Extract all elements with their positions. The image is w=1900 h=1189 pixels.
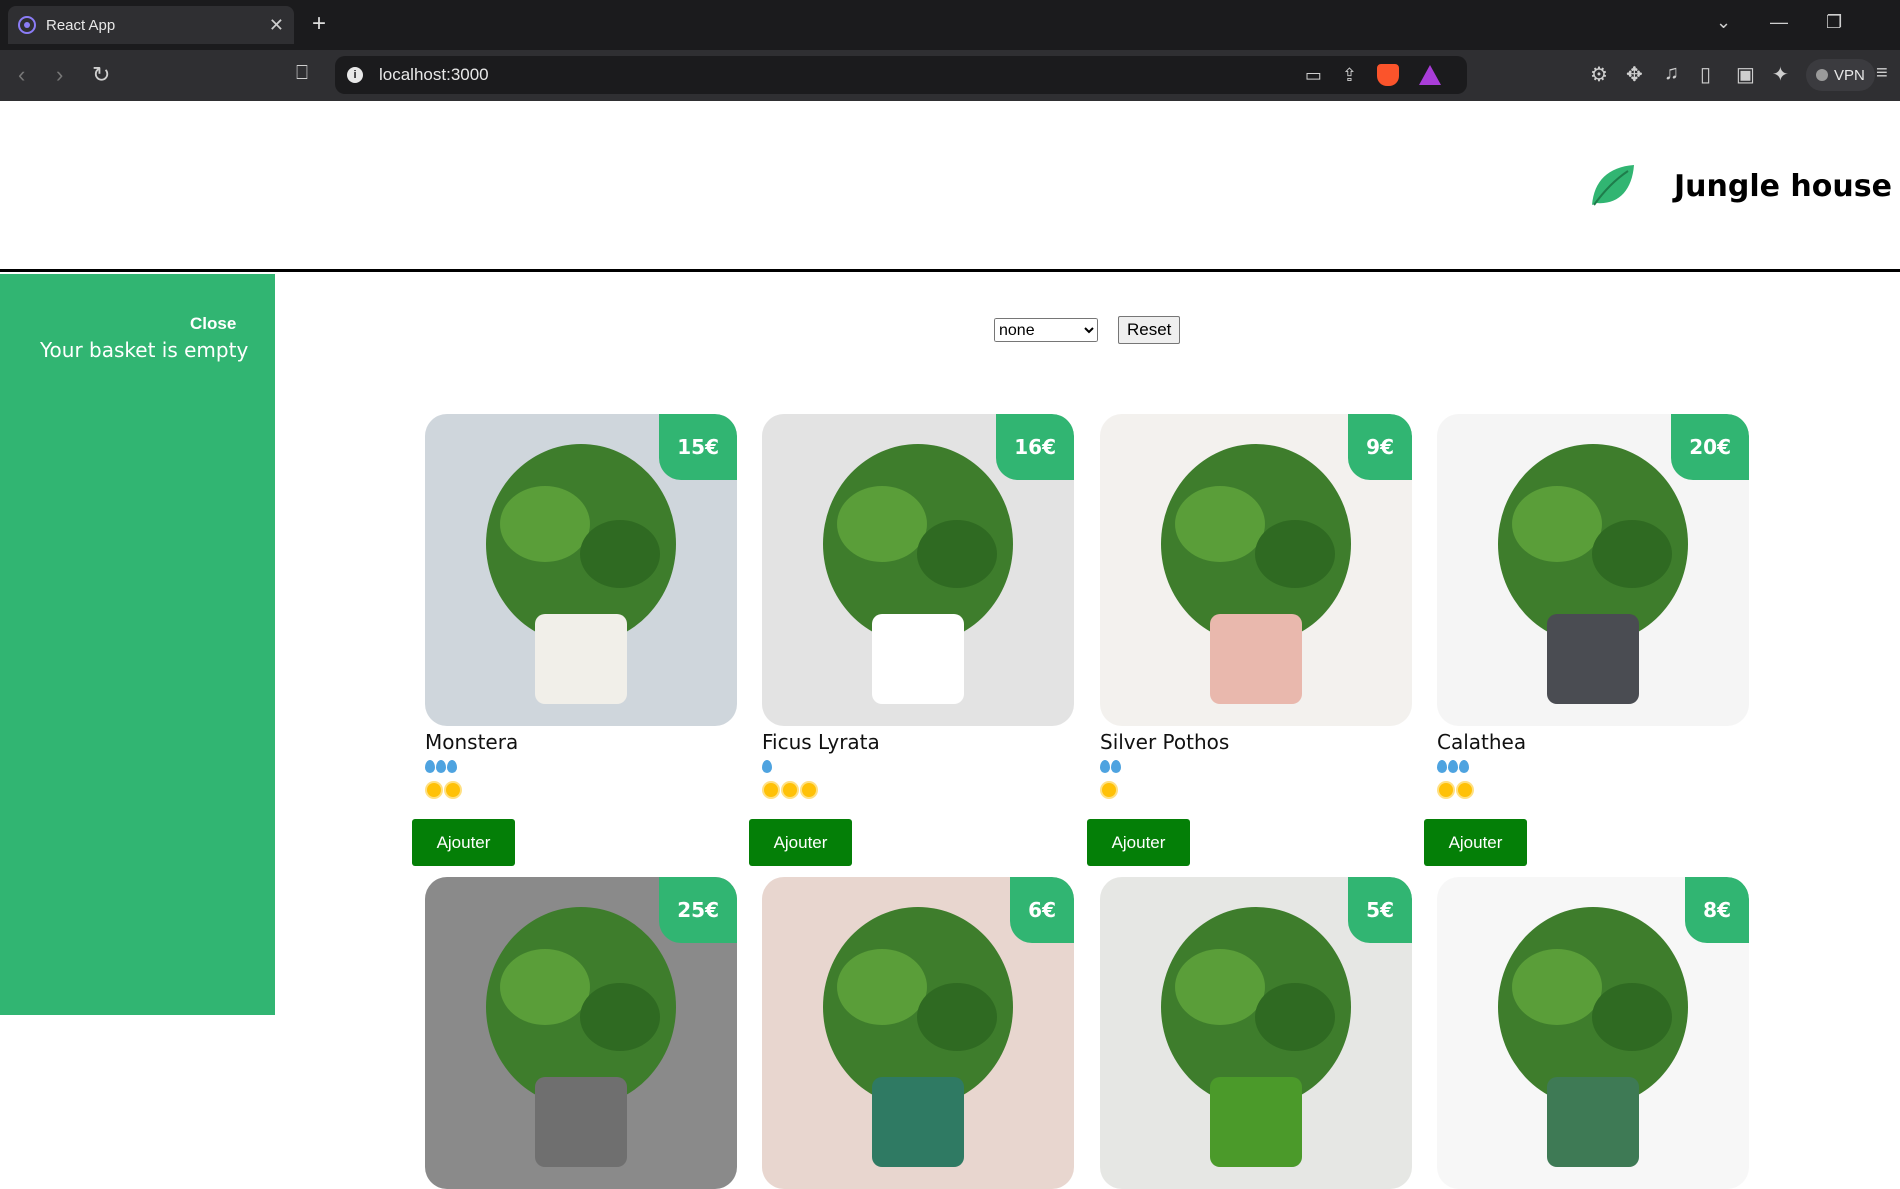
plant-image: 20€ xyxy=(1437,414,1749,726)
water-scale xyxy=(425,754,737,778)
filters: none Reset xyxy=(994,316,1181,344)
water-scale xyxy=(1437,754,1749,778)
address-bar[interactable]: i localhost:3000 ▭ ⇪ xyxy=(335,56,1467,94)
plant-card: 8€ xyxy=(1437,877,1749,1189)
add-to-cart-button[interactable]: Ajouter xyxy=(749,819,852,866)
vpn-label: VPN xyxy=(1834,66,1865,84)
plant-image: 15€ xyxy=(425,414,737,726)
add-to-cart-button[interactable]: Ajouter xyxy=(1424,819,1527,866)
plant-image: 5€ xyxy=(1100,877,1412,1189)
price-badge: 20€ xyxy=(1671,414,1749,480)
water-drop-icon xyxy=(1448,759,1458,773)
price-badge: 6€ xyxy=(1010,877,1074,943)
react-app-favicon-icon xyxy=(18,16,36,34)
plant-card: 5€ xyxy=(1100,877,1412,1189)
water-drop-icon xyxy=(1111,759,1121,773)
share-icon[interactable]: ⇪ xyxy=(1342,65,1357,86)
puzzle-extensions-icon[interactable]: ✥ xyxy=(1626,62,1643,87)
close-tab-icon[interactable]: ✕ xyxy=(269,15,284,36)
browser-toolbar: ‹ › ↻ ⎕ i localhost:3000 ▭ ⇪ ⚙ ✥ ♫ ▯ ▣ ✦… xyxy=(0,50,1900,101)
water-drop-icon xyxy=(1437,759,1447,773)
plant-card: 20€ Calathea Ajouter xyxy=(1424,414,1749,866)
menu-icon[interactable]: ≡ xyxy=(1876,62,1888,85)
back-icon[interactable]: ‹ xyxy=(18,62,25,88)
water-drop-icon xyxy=(1459,759,1469,773)
sun-icon xyxy=(427,783,441,797)
plant-card: 9€ Silver Pothos Ajouter xyxy=(1087,414,1412,866)
reset-button[interactable]: Reset xyxy=(1118,316,1181,344)
add-to-cart-button[interactable]: Ajouter xyxy=(412,819,515,866)
cast-icon[interactable]: ▭ xyxy=(1305,65,1322,86)
site-info-icon[interactable]: i xyxy=(347,67,363,83)
light-scale xyxy=(425,778,737,802)
sun-icon xyxy=(1102,783,1116,797)
bookmark-icon[interactable]: ⎕ xyxy=(296,62,308,85)
water-drop-icon xyxy=(1100,759,1110,773)
site-header: Jungle house xyxy=(0,101,1900,272)
minimize-icon[interactable]: — xyxy=(1770,12,1788,33)
sun-icon xyxy=(764,783,778,797)
tab-title: React App xyxy=(46,16,116,34)
sun-icon xyxy=(1439,783,1453,797)
vpn-button[interactable]: VPN xyxy=(1806,59,1875,91)
light-scale xyxy=(1100,778,1412,802)
plant-image: 25€ xyxy=(425,877,737,1189)
plant-name: Ficus Lyrata xyxy=(762,730,880,754)
leaf-logo-icon xyxy=(1592,165,1634,206)
category-select[interactable]: none xyxy=(994,318,1098,342)
price-badge: 9€ xyxy=(1348,414,1412,480)
close-cart-button[interactable]: Close xyxy=(190,314,236,334)
price-badge: 15€ xyxy=(659,414,737,480)
water-drop-icon xyxy=(762,759,772,773)
light-scale xyxy=(1437,778,1749,802)
extension-nl-icon[interactable]: ⚙ xyxy=(1590,62,1608,87)
sun-icon xyxy=(802,783,816,797)
sidebar-icon[interactable]: ▯ xyxy=(1700,62,1711,87)
page: Jungle house Close Your basket is empty … xyxy=(0,101,1900,1189)
address-bar-icons: ▭ ⇪ xyxy=(1305,56,1467,94)
price-badge: 8€ xyxy=(1685,877,1749,943)
add-to-cart-button[interactable]: Ajouter xyxy=(1087,819,1190,866)
plant-card: 25€ xyxy=(425,877,737,1189)
price-badge: 25€ xyxy=(659,877,737,943)
restore-icon[interactable]: ❐ xyxy=(1826,12,1842,33)
plant-image: 8€ xyxy=(1437,877,1749,1189)
sun-icon xyxy=(446,783,460,797)
brave-shields-icon[interactable] xyxy=(1377,64,1399,86)
reload-icon[interactable]: ↻ xyxy=(92,62,110,88)
water-drop-icon xyxy=(436,759,446,773)
plant-name: Silver Pothos xyxy=(1100,730,1230,754)
price-badge: 5€ xyxy=(1348,877,1412,943)
plant-name: Monstera xyxy=(425,730,519,754)
browser-tab[interactable]: React App ✕ xyxy=(8,6,294,44)
cart-panel: Close Your basket is empty xyxy=(0,274,275,1015)
url-text: localhost:3000 xyxy=(379,65,489,84)
forward-icon[interactable]: › xyxy=(56,62,63,88)
light-scale xyxy=(762,778,1074,802)
water-drop-icon xyxy=(447,759,457,773)
media-icon[interactable]: ♫ xyxy=(1664,62,1679,85)
site-title: Jungle house xyxy=(1674,169,1892,204)
plant-image: 6€ xyxy=(762,877,1074,1189)
water-scale xyxy=(762,754,1074,778)
leo-ai-icon[interactable]: ✦ xyxy=(1772,62,1789,87)
wallet-icon[interactable]: ▣ xyxy=(1736,62,1755,87)
sun-icon xyxy=(783,783,797,797)
cart-empty-message: Your basket is empty xyxy=(40,338,249,362)
price-badge: 16€ xyxy=(996,414,1074,480)
plant-card: 16€ Ficus Lyrata Ajouter xyxy=(749,414,1074,866)
sun-icon xyxy=(1458,783,1472,797)
vpn-status-icon xyxy=(1816,69,1828,81)
water-drop-icon xyxy=(425,759,435,773)
new-tab-icon[interactable]: + xyxy=(312,10,326,38)
plant-card: 6€ xyxy=(762,877,1074,1189)
water-scale xyxy=(1100,754,1412,778)
brave-rewards-icon[interactable] xyxy=(1419,65,1441,85)
plant-name: Calathea xyxy=(1437,730,1527,754)
plant-card: 15€ Monstera Ajouter xyxy=(412,414,737,866)
browser-tab-bar: React App ✕ + ⌄ — ❐ xyxy=(0,0,1900,50)
plant-image: 9€ xyxy=(1100,414,1412,726)
tab-list-chevron-icon[interactable]: ⌄ xyxy=(1716,12,1731,33)
plant-image: 16€ xyxy=(762,414,1074,726)
